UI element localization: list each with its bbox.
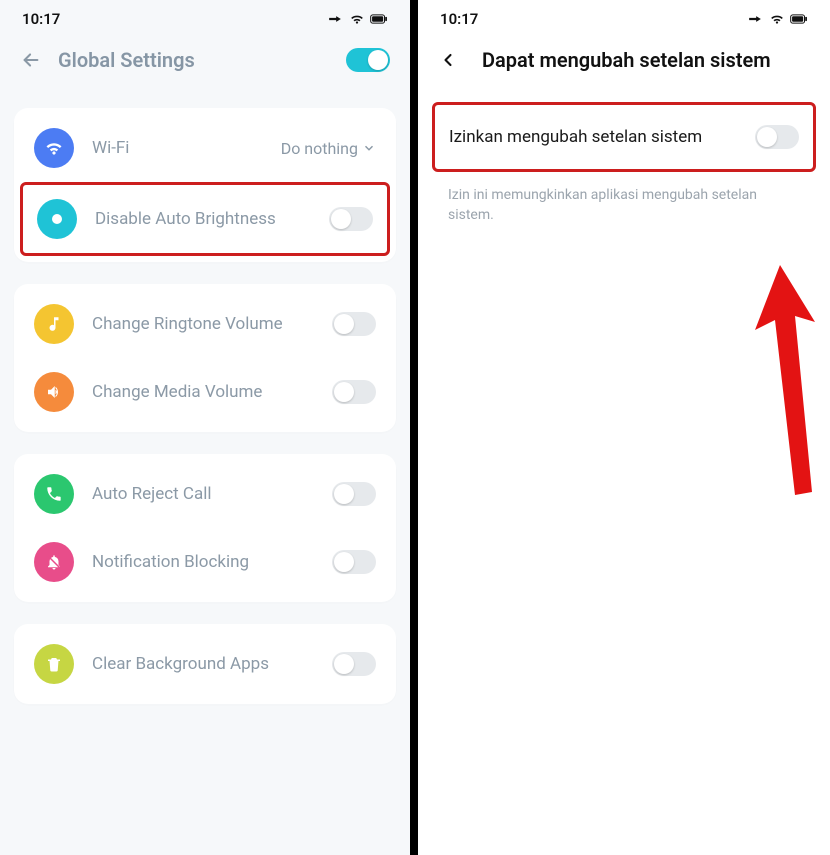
card-volume: Change Ringtone Volume Change Media Volu… xyxy=(14,284,396,432)
permission-label: Izinkan mengubah setelan sistem xyxy=(449,127,755,147)
music-note-icon xyxy=(34,304,74,344)
chevron-down-icon xyxy=(362,141,376,155)
chevron-left-icon xyxy=(438,50,458,70)
right-content: Izinkan mengubah setelan sistem Izin ini… xyxy=(418,100,830,855)
brightness-icon xyxy=(37,199,77,239)
header: Global Settings xyxy=(0,34,410,100)
wifi-action-select[interactable]: Do nothing xyxy=(281,139,376,158)
phone-icon xyxy=(34,474,74,514)
row-disable-auto-brightness[interactable]: Disable Auto Brightness xyxy=(20,182,390,256)
right-phone: 10:17 Dapat mengubah setelan sistem Izin… xyxy=(418,0,830,855)
row-ringtone-volume[interactable]: Change Ringtone Volume xyxy=(14,290,396,358)
card-system: Clear Background Apps xyxy=(14,624,396,704)
statusbar: 10:17 xyxy=(0,0,410,34)
wifi-icon xyxy=(768,12,786,26)
ringtone-label: Change Ringtone Volume xyxy=(92,314,332,334)
airplane-icon xyxy=(326,12,344,26)
row-media-volume[interactable]: Change Media Volume xyxy=(14,358,396,426)
left-phone: 10:17 Global Settings Wi-Fi Do nothing xyxy=(0,0,410,855)
card-connectivity: Wi-Fi Do nothing Disable Auto Brightness xyxy=(14,108,396,262)
statusbar-time: 10:17 xyxy=(22,10,60,28)
wifi-icon xyxy=(348,12,366,26)
card-calls: Auto Reject Call Notification Blocking xyxy=(14,454,396,602)
clearbg-label: Clear Background Apps xyxy=(92,654,332,674)
permission-toggle[interactable] xyxy=(755,125,799,149)
autoreject-toggle[interactable] xyxy=(332,482,376,506)
page-title: Dapat mengubah setelan sistem xyxy=(482,48,810,72)
notifblock-toggle[interactable] xyxy=(332,550,376,574)
autoreject-label: Auto Reject Call xyxy=(92,484,332,504)
bell-off-icon xyxy=(34,542,74,582)
battery-icon xyxy=(370,12,388,26)
brightness-toggle[interactable] xyxy=(329,207,373,231)
battery-icon xyxy=(790,12,808,26)
back-button[interactable] xyxy=(438,50,464,70)
row-clear-background-apps[interactable]: Clear Background Apps xyxy=(14,630,396,698)
statusbar-icons xyxy=(746,12,808,26)
speaker-icon xyxy=(34,372,74,412)
arrow-left-icon xyxy=(20,49,42,71)
media-toggle[interactable] xyxy=(332,380,376,404)
row-notification-blocking[interactable]: Notification Blocking xyxy=(14,528,396,596)
media-label: Change Media Volume xyxy=(92,382,332,402)
brightness-label: Disable Auto Brightness xyxy=(95,209,329,229)
row-allow-modify-system[interactable]: Izinkan mengubah setelan sistem xyxy=(432,102,816,172)
wifi-circle-icon xyxy=(34,128,74,168)
back-button[interactable] xyxy=(20,49,46,71)
airplane-icon xyxy=(746,12,764,26)
page-title: Global Settings xyxy=(58,48,346,72)
notifblock-label: Notification Blocking xyxy=(92,552,332,572)
row-auto-reject-call[interactable]: Auto Reject Call xyxy=(14,460,396,528)
header: Dapat mengubah setelan sistem xyxy=(418,34,830,100)
wifi-action-text: Do nothing xyxy=(281,139,358,158)
row-wifi[interactable]: Wi-Fi Do nothing xyxy=(14,114,396,182)
clearbg-toggle[interactable] xyxy=(332,652,376,676)
trash-icon xyxy=(34,644,74,684)
annotation-arrow xyxy=(740,260,830,500)
statusbar-time: 10:17 xyxy=(440,10,478,28)
ringtone-toggle[interactable] xyxy=(332,312,376,336)
wifi-label: Wi-Fi xyxy=(92,138,281,158)
statusbar: 10:17 xyxy=(418,0,830,34)
global-toggle[interactable] xyxy=(346,48,390,72)
statusbar-icons xyxy=(326,12,388,26)
permission-description: Izin ini memungkinkan aplikasi mengubah … xyxy=(432,172,816,225)
